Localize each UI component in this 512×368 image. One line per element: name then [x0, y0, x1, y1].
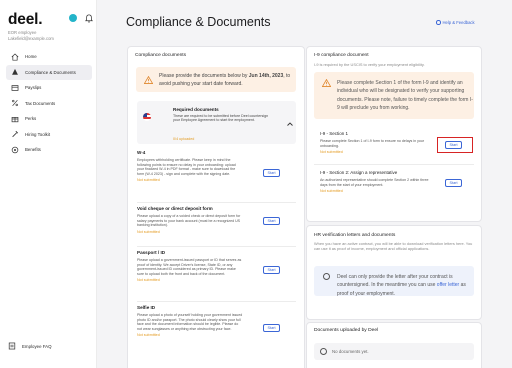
divider — [137, 301, 296, 302]
section-title: I-9 - Section 2: Assign a representative — [320, 170, 398, 175]
document-title: Void cheque or direct deposit form — [137, 206, 213, 211]
document-desc: Employees withholding certificate. Pleas… — [137, 158, 236, 176]
document-selfie-id: Selfie ID Please upload a photo of yours… — [137, 305, 296, 337]
home-icon — [11, 53, 19, 61]
hr-info-text: Deel can only provide the letter after y… — [337, 273, 473, 297]
document-desc: Please upload a copy of a voided check o… — [137, 214, 241, 227]
required-documents-count: 0/4 uploaded — [173, 137, 195, 141]
passport-start-button[interactable]: Start — [263, 266, 280, 274]
required-documents-group[interactable]: Required documents These are required to… — [137, 101, 296, 144]
employee-faq-link[interactable]: Employee FAQ — [8, 342, 52, 350]
sidebar-item-hiring-toolkit[interactable]: Hiring Toolkit — [6, 127, 92, 142]
sidebar-item-label: Benefits — [25, 147, 41, 152]
hiring-toolkit-icon — [11, 130, 19, 138]
chevron-up-icon[interactable] — [287, 122, 293, 126]
divider — [137, 202, 296, 203]
section-title: I-9 - Section 1 — [320, 131, 349, 136]
sidebar-item-home[interactable]: Home — [6, 49, 92, 64]
i9-card-title: I-9 compliance document — [314, 53, 369, 58]
sidebar-item-tax-documents[interactable]: Tax Documents — [6, 96, 92, 111]
brand: deel. EOR employee Lakefield@example.com — [8, 11, 54, 42]
i9-warning-text: Please complete Section 1 of the form I-… — [337, 80, 473, 112]
i9-section-2: I-9 - Section 2: Assign a representative… — [320, 170, 436, 193]
info-icon — [320, 348, 327, 355]
document-desc: Please upload a photo of yourself holdin… — [137, 313, 243, 331]
sidebar-nav: Home Compliance & Documents Payslips Tax… — [6, 49, 92, 158]
percent-icon — [11, 99, 19, 107]
sidebar-item-benefits[interactable]: Benefits — [6, 142, 92, 157]
sidebar-item-label: Hiring Toolkit — [25, 131, 51, 137]
document-w4: W-4 Employees withholding certificate. P… — [137, 150, 296, 182]
document-title: W-4 — [137, 150, 146, 155]
us-flag-icon — [143, 113, 151, 121]
no-documents-text: No documents yet. — [332, 349, 369, 354]
perks-icon — [11, 115, 19, 123]
i9-warning: Please complete Section 1 of the form I-… — [314, 72, 474, 119]
divider — [314, 164, 474, 165]
info-icon — [323, 273, 330, 280]
i9-section2-start-button[interactable]: Start — [445, 179, 462, 187]
sidebar: deel. EOR employee Lakefield@example.com… — [0, 0, 97, 368]
help-feedback-link[interactable]: Help & Feedback — [436, 20, 475, 25]
selfie-start-button[interactable]: Start — [263, 324, 280, 332]
benefits-icon — [11, 146, 19, 154]
warning-date: Jun 14th, 2023 — [248, 72, 284, 79]
section-desc: Please complete Section 1 of I-9 form to… — [320, 139, 425, 148]
document-desc: Please upload a government-issued passpo… — [137, 258, 242, 276]
account-email: Lakefield@example.com — [8, 36, 54, 42]
offer-letter-link[interactable]: offer letter — [437, 282, 459, 288]
warning-icon — [144, 75, 153, 84]
required-documents-desc: These are required to be submitted befor… — [173, 114, 269, 123]
highlight-box — [437, 137, 473, 153]
section-status: Not submitted — [320, 150, 343, 154]
account-type: EOR employee — [8, 30, 37, 35]
bell-icon[interactable] — [85, 14, 93, 23]
help-label: Help & Feedback — [442, 20, 475, 25]
i9-section-1: I-9 - Section 1 Please complete Section … — [320, 131, 436, 154]
sidebar-item-label: Perks — [25, 116, 37, 121]
sidebar-item-label: Compliance & Documents — [25, 69, 76, 75]
deadline-warning-text: Please provide the documents below by Ju… — [159, 72, 296, 88]
sidebar-item-label: Payslips — [25, 85, 42, 90]
section-status: Not submitted — [320, 189, 343, 193]
sidebar-item-perks[interactable]: Perks — [6, 111, 92, 126]
deadline-warning: Please provide the documents below by Ju… — [136, 67, 296, 92]
required-documents-title: Required documents — [173, 107, 219, 112]
warning-text-pre: Please provide the documents below by — [159, 72, 249, 79]
payslip-icon — [11, 84, 19, 92]
uploaded-card-title: Documents uploaded by Deel — [314, 328, 379, 333]
no-documents-box: No documents yet. — [314, 343, 474, 360]
section-desc: An authorized representative should comp… — [320, 178, 429, 187]
page-title: Compliance & Documents — [126, 15, 271, 29]
document-status: Not submitted — [137, 229, 160, 234]
warning-icon — [322, 79, 331, 87]
sidebar-item-label: Tax Documents — [25, 100, 56, 106]
document-status: Not submitted — [137, 178, 160, 182]
hr-info-box: Deel can only provide the letter after y… — [314, 266, 474, 297]
hr-info-pre: Deel can only provide the letter after y… — [337, 274, 453, 289]
faq-label: Employee FAQ — [22, 343, 52, 349]
divider — [137, 246, 296, 247]
void-cheque-start-button[interactable]: Start — [263, 217, 280, 225]
hr-card-desc: When you have an active contract, you wi… — [314, 241, 473, 251]
compliance-documents-title: Compliance documents — [135, 53, 187, 58]
sidebar-item-payslips[interactable]: Payslips — [6, 80, 92, 95]
document-title: Selfie ID — [137, 305, 156, 310]
w4-start-button[interactable]: Start — [263, 169, 280, 177]
help-icon — [436, 20, 441, 25]
compliance-icon — [11, 68, 19, 76]
sidebar-item-compliance[interactable]: Compliance & Documents — [6, 64, 92, 80]
deel-logo[interactable]: deel. — [8, 11, 54, 29]
sidebar-item-label: Home — [25, 54, 37, 59]
hr-card-title: HR verification letters and documents — [314, 233, 396, 238]
avatar[interactable] — [69, 14, 77, 22]
i9-card-subtitle: I-9 is required by the USCIS to verify y… — [314, 62, 425, 67]
faq-icon — [8, 342, 16, 350]
document-title: Passport / ID — [137, 250, 166, 255]
document-status: Not submitted — [137, 333, 160, 337]
document-status: Not submitted — [137, 278, 160, 282]
